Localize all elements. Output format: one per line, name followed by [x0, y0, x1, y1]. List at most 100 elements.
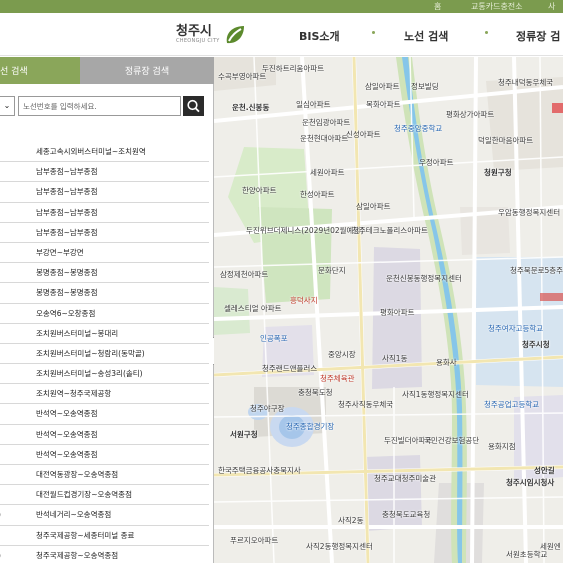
route-row[interactable]: 대전역동광장~오송역종점 [0, 465, 209, 486]
tab-stop-label: 정류장 검색 [124, 67, 170, 77]
map-poi-label[interactable]: 삼정제천아파트 [220, 269, 268, 280]
route-row[interactable]: 조치원버스터미널~청람리(동막골) [0, 344, 209, 365]
logo[interactable]: 청주시 CHEONGJU CITY [176, 21, 247, 49]
map-poi-label[interactable]: 세원엔 [540, 541, 561, 552]
map-poi-label[interactable]: 충청북도교육청 [382, 509, 430, 520]
route-name: 봉명종점~봉명종점 [36, 268, 98, 278]
route-row[interactable]: 남부종점~남부종점 [0, 203, 209, 223]
map-poi-label[interactable]: 한성아파트 [300, 189, 335, 200]
map-poi-label[interactable]: 청주여자고등학교 [488, 323, 543, 334]
route-row[interactable]: 남부종점~남부종점 [0, 162, 209, 183]
map-poi-label[interactable]: 사직1동 [382, 353, 407, 364]
map-poi-label[interactable]: 푸르지오아파트 [230, 535, 278, 546]
map-poi-label[interactable]: 사직1동행정복지센터 [402, 389, 469, 400]
map-poi-label[interactable]: 운천현대아파트 [300, 133, 348, 144]
nav-stop-search[interactable]: 정류장 검 [516, 28, 560, 44]
route-row[interactable]: 반석역~오송역종점 [0, 425, 209, 445]
map-poi-label[interactable]: 일심아파트 [296, 99, 331, 110]
map-poi-label[interactable]: 세원아파트 [310, 167, 345, 178]
map-poi-label[interactable]: 서원구청 [230, 429, 258, 440]
map-poi-label[interactable]: 충청북도청 [298, 387, 333, 398]
search-button[interactable] [183, 96, 204, 116]
map-poi-label[interactable]: 평화상가아파트 [446, 109, 494, 120]
map-poi-label[interactable]: 국민건강보험공단 [424, 435, 479, 446]
map-poi-label[interactable]: 청주사직동우체국 [338, 399, 393, 410]
map-poi-label[interactable]: 청주중앙중학교 [394, 123, 442, 134]
route-row[interactable]: 조치원버스터미널~봉대리 [0, 324, 209, 344]
route-number-input[interactable] [18, 96, 181, 116]
map-poi-label[interactable]: 한국주택금융공사충북지사 [218, 465, 301, 476]
map-poi-label[interactable]: 두진하트리움아파트 [262, 63, 324, 74]
route-row[interactable]: 청주국제공항~세종터미널 종료 [0, 526, 209, 546]
route-name: 조치원버스터미널~청람리(동막골) [36, 348, 145, 358]
card-charge-link[interactable]: 교통카드충전소 [471, 1, 523, 12]
route-name: 대전역동광장~오송역종점 [36, 470, 119, 479]
tab-route-search[interactable]: 선 검색 [0, 57, 80, 84]
route-row[interactable]: 반석역~오송역종점 [0, 445, 209, 465]
map-poi-label[interactable]: 평화아파트 [380, 307, 415, 318]
map-poi-label[interactable]: 청주교대청주미술관 [374, 473, 436, 484]
map-poi-label[interactable]: 인공폭포 [260, 333, 288, 344]
map-poi-label[interactable]: 두진위브더제니스(2029년02월예정) [246, 225, 363, 236]
route-row[interactable]: 반석역~오송역종점 [0, 404, 209, 425]
map-poi-label[interactable]: 중앙시장 [328, 349, 356, 360]
map-poi-label[interactable]: 운천신봉동행정복지센터 [386, 273, 462, 284]
home-link[interactable]: 홈 [434, 1, 441, 12]
route-row[interactable]: 조치원역~청주국제공항 [0, 384, 209, 405]
route-row[interactable]: ) 청주국제공항~오송역종점 [0, 546, 209, 563]
map-poi-label[interactable]: 청주랜드앤플러스 [262, 363, 317, 374]
map-poi-label[interactable]: 한양아파트 [242, 185, 277, 196]
map-poi-label[interactable]: 청주시임시청사 [506, 477, 554, 488]
map-poi-label[interactable]: 용화지점 [488, 441, 516, 452]
map-poi-label[interactable]: 용화사 [436, 357, 457, 368]
map-poi-label[interactable]: 우정아파트 [419, 157, 454, 168]
route-row[interactable]: 남부종점~남부종점 [0, 223, 209, 243]
map-poi-label[interactable]: 흥덕사지 [290, 295, 318, 306]
map-poi-label[interactable]: 청주공업고등학교 [484, 399, 539, 410]
map-poi-label[interactable]: 덕일한마음아파트 [478, 135, 533, 146]
map-poi-label[interactable]: 우암동행정복지센터 [498, 207, 560, 218]
map-poi-label[interactable]: 청주시청 [522, 339, 550, 350]
route-name: 반석역~오송역종점 [36, 409, 98, 419]
map-poi-label[interactable]: 목화아파트 [366, 99, 401, 110]
map-poi-label[interactable]: 성안길 [534, 465, 555, 476]
map-view[interactable]: 수곡부영아파트 두진하트리움아파트 운천.신봉동 일심아파트 삼일아파트 정보빌딩 청주내덕… [214, 57, 563, 563]
route-row[interactable]: 봉명종점~봉명종점 [0, 283, 209, 304]
route-row[interactable]: ) 반석네거리~오송역종점 [0, 505, 209, 526]
route-row[interactable]: 대전월드컵경기장~오송역종점 [0, 485, 209, 506]
map-poi-label[interactable]: 수곡부영아파트 [218, 71, 266, 82]
map-poi-label[interactable]: 운천.신봉동 [232, 102, 269, 113]
map-poi-label[interactable]: 사직2동 [338, 515, 363, 526]
map-poi-label[interactable]: 사직2동행정복지센터 [306, 541, 373, 552]
route-type-select[interactable]: ⌄ [0, 96, 15, 116]
route-name: 세종고속시외버스터미널~조치원역 [36, 147, 146, 156]
map-poi-label[interactable]: 청주종합경기장 [286, 421, 334, 432]
map-poi-label[interactable]: 청주테크노폴리스아파트 [352, 225, 428, 236]
map-poi-label[interactable]: 신성아파트 [346, 129, 381, 140]
map-poi-label[interactable]: 삼일아파트 [356, 201, 391, 212]
tab-stop-search[interactable]: 정류장 검색 [80, 57, 214, 84]
route-row[interactable]: 부강면~부강면 [0, 243, 209, 264]
nav-bis-intro[interactable]: BIS소개 [299, 28, 340, 44]
logo-leaf-icon [226, 26, 244, 44]
map-poi-label[interactable]: 청주내덕동우체국 [498, 77, 553, 88]
map-poi-label[interactable]: 청주야구장 [250, 403, 285, 414]
route-number: ) [0, 546, 6, 563]
header: 청주시 CHEONGJU CITY BIS소개 노선 검색 정류장 검 [0, 13, 563, 56]
map-poi-label[interactable]: 삼일아파트 [365, 81, 400, 92]
route-name: 남부종점~남부종점 [36, 187, 98, 197]
map-poi-label[interactable]: 셀레스티얼 아파트 [224, 303, 282, 314]
route-row[interactable]: 봉명종점~봉명종점 [0, 263, 209, 284]
nav-route-search[interactable]: 노선 검색 [404, 28, 448, 44]
route-row[interactable]: 세종고속시외버스터미널~조치원역 [0, 142, 209, 163]
route-row[interactable]: 조치원버스터미널~송성3리(솔티) [0, 364, 209, 385]
map-poi-label[interactable]: 청주북문로5층주공아파트 [510, 265, 563, 276]
route-row[interactable]: 오송역6~오창종점 [0, 304, 209, 324]
map-poi-label[interactable]: 정보빌딩 [411, 81, 439, 92]
map-poi-label[interactable]: 청원구청 [484, 167, 512, 178]
map-poi-label[interactable]: 문화단지 [318, 265, 346, 276]
route-row[interactable]: 남부종점~남부종점 [0, 182, 209, 203]
more-link[interactable]: 사 [548, 1, 555, 12]
map-poi-label[interactable]: 청주체육관 [320, 373, 355, 384]
map-poi-label[interactable]: 운천임광아파트 [302, 117, 350, 128]
